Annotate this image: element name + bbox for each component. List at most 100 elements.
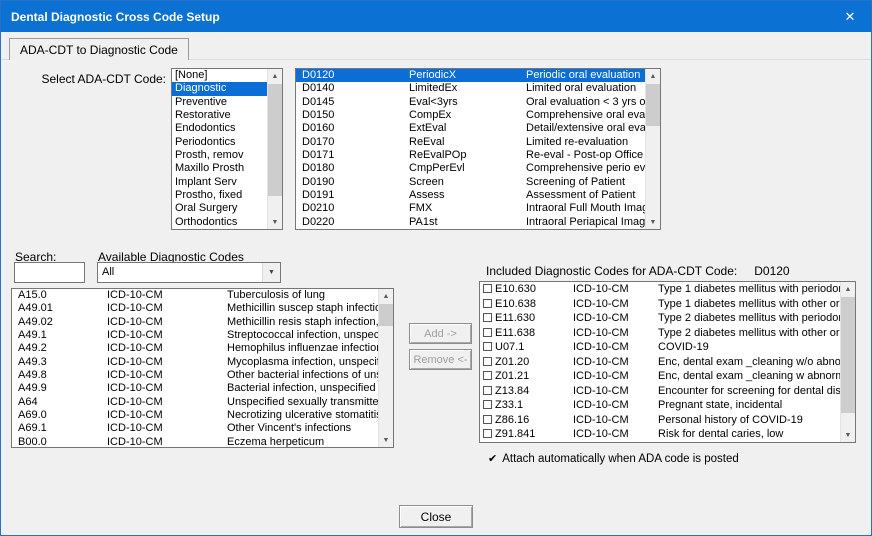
ada-category-item[interactable]: Prosth, remov: [172, 149, 267, 162]
included-scrollbar[interactable]: ▲ ▼: [840, 282, 855, 442]
available-scrollbar[interactable]: ▲ ▼: [378, 289, 393, 447]
included-code-row[interactable]: Z13.84 ICD-10-CM Encounter for screening…: [480, 384, 840, 399]
row-checkbox[interactable]: [483, 357, 492, 366]
diag-description: Type 1 diabetes mellitus with periodont: [658, 282, 840, 297]
close-button[interactable]: Close: [399, 505, 473, 528]
code-system: ICD-10-CM: [107, 302, 163, 315]
scroll-thumb[interactable]: [841, 297, 855, 413]
diag-description: Methicillin suscep staph infection, unsp…: [227, 302, 378, 315]
add-button[interactable]: Add ->: [409, 323, 472, 344]
scroll-up-icon[interactable]: ▲: [646, 69, 660, 83]
included-code-row[interactable]: E10.638 ICD-10-CM Type 1 diabetes mellit…: [480, 297, 840, 312]
ada-code-row[interactable]: D0120 PeriodicX Periodic oral evaluation: [296, 69, 645, 82]
ada-category-item[interactable]: Preventive: [172, 96, 267, 109]
included-code-row[interactable]: E11.638 ICD-10-CM Type 2 diabetes mellit…: [480, 326, 840, 341]
ada-category-item[interactable]: Restorative: [172, 109, 267, 122]
scroll-down-icon[interactable]: ▼: [379, 433, 393, 447]
available-code-row[interactable]: A49.8 ICD-10-CM Other bacterial infectio…: [12, 369, 378, 382]
ada-code-row[interactable]: D0140 LimitedEx Limited oral evaluation: [296, 82, 645, 95]
row-checkbox[interactable]: [483, 342, 492, 351]
ada-category-item[interactable]: Implant Serv: [172, 176, 267, 189]
available-code-row[interactable]: A49.01 ICD-10-CM Methicillin suscep stap…: [12, 302, 378, 315]
included-code-row[interactable]: E10.630 ICD-10-CM Type 1 diabetes mellit…: [480, 282, 840, 297]
attach-automatically-label: Attach automatically when ADA code is po…: [502, 453, 739, 465]
code-system: ICD-10-CM: [107, 369, 163, 382]
ada-abbrev: LimitedEx: [409, 82, 457, 95]
close-icon[interactable]: ✕: [829, 1, 871, 32]
included-code-row[interactable]: E11.630 ICD-10-CM Type 2 diabetes mellit…: [480, 311, 840, 326]
included-code-row[interactable]: Z01.21 ICD-10-CM Enc, dental exam _clean…: [480, 369, 840, 384]
scroll-up-icon[interactable]: ▲: [268, 69, 282, 83]
ada-category-item[interactable]: Oral Surgery: [172, 202, 267, 215]
diag-description: Hemophilus influenzae infection, unspeci: [227, 342, 378, 355]
ada-category-item[interactable]: Orthodontics: [172, 216, 267, 229]
row-checkbox[interactable]: [483, 299, 492, 308]
scroll-up-icon[interactable]: ▲: [379, 289, 393, 303]
available-code-row[interactable]: A49.3 ICD-10-CM Mycoplasma infection, un…: [12, 356, 378, 369]
search-input[interactable]: [14, 262, 85, 283]
ada-category-item[interactable]: Maxillo Prosth: [172, 162, 267, 175]
diag-code: Z33.1: [495, 398, 523, 413]
ada-category-item[interactable]: Diagnostic: [172, 82, 267, 95]
ada-code-row[interactable]: D0191 Assess Assessment of Patient: [296, 189, 645, 202]
ada-category-item[interactable]: [None]: [172, 69, 267, 82]
available-code-row[interactable]: A49.2 ICD-10-CM Hemophilus influenzae in…: [12, 342, 378, 355]
available-filter-dropdown[interactable]: All ▼: [97, 262, 281, 283]
row-checkbox[interactable]: [483, 429, 492, 438]
available-code-row[interactable]: A49.9 ICD-10-CM Bacterial infection, uns…: [12, 382, 378, 395]
ada-code-row[interactable]: D0171 ReEvalPOp Re-eval - Post-op Office…: [296, 149, 645, 162]
available-code-row[interactable]: A15.0 ICD-10-CM Tuberculosis of lung: [12, 289, 378, 302]
scroll-down-icon[interactable]: ▼: [841, 428, 855, 442]
available-code-row[interactable]: A69.0 ICD-10-CM Necrotizing ulcerative s…: [12, 409, 378, 422]
available-code-row[interactable]: B00.0 ICD-10-CM Eczema herpeticum: [12, 436, 378, 447]
ada-code-row[interactable]: D0190 Screen Screening of Patient: [296, 176, 645, 189]
attach-automatically-checkbox[interactable]: ✔ Attach automatically when ADA code is …: [488, 452, 739, 465]
scroll-thumb[interactable]: [646, 84, 660, 126]
row-checkbox[interactable]: [483, 328, 492, 337]
ada-code-scrollbar[interactable]: ▲ ▼: [645, 69, 660, 229]
category-scrollbar[interactable]: ▲ ▼: [267, 69, 282, 229]
ada-code-row[interactable]: D0150 CompEx Comprehensive oral evaluati…: [296, 109, 645, 122]
ada-code-row[interactable]: D0145 Eval<3yrs Oral evaluation < 3 yrs …: [296, 96, 645, 109]
code-system: ICD-10-CM: [573, 311, 629, 326]
select-ada-code-label: Select ADA-CDT Code:: [21, 72, 166, 86]
included-code-row[interactable]: U07.1 ICD-10-CM COVID-19: [480, 340, 840, 355]
row-checkbox[interactable]: [483, 284, 492, 293]
title-bar: Dental Diagnostic Cross Code Setup ✕: [1, 1, 871, 32]
ada-code-row[interactable]: D0220 PA1st Intraoral Periapical Images: [296, 216, 645, 229]
included-code-row[interactable]: Z86.16 ICD-10-CM Personal history of COV…: [480, 413, 840, 428]
ada-code-row[interactable]: D0180 CmpPerEvl Comprehensive perio eval…: [296, 162, 645, 175]
available-code-row[interactable]: A49.02 ICD-10-CM Methicillin resis staph…: [12, 316, 378, 329]
ada-code-row[interactable]: D0160 ExtEval Detail/extensive oral eval…: [296, 122, 645, 135]
ada-code-row[interactable]: D0170 ReEval Limited re-evaluation: [296, 136, 645, 149]
ada-category-item[interactable]: Periodontics: [172, 136, 267, 149]
available-code-row[interactable]: A49.1 ICD-10-CM Streptococcal infection,…: [12, 329, 378, 342]
ada-code: D0220: [302, 216, 334, 229]
row-checkbox[interactable]: [483, 386, 492, 395]
scroll-thumb[interactable]: [379, 304, 393, 326]
row-checkbox[interactable]: [483, 400, 492, 409]
included-code-row[interactable]: Z01.20 ICD-10-CM Enc, dental exam _clean…: [480, 355, 840, 370]
diag-description: Necrotizing ulcerative stomatitis: [227, 409, 378, 422]
row-checkbox[interactable]: [483, 371, 492, 380]
ada-category-item[interactable]: Endodontics: [172, 122, 267, 135]
tab-ada-to-diagnostic[interactable]: ADA-CDT to Diagnostic Code: [9, 38, 189, 60]
scroll-thumb[interactable]: [268, 84, 282, 196]
included-code-row[interactable]: Z91.841 ICD-10-CM Risk for dental caries…: [480, 427, 840, 442]
scroll-up-icon[interactable]: ▲: [841, 282, 855, 296]
diag-code: Z86.16: [495, 413, 529, 428]
scroll-down-icon[interactable]: ▼: [646, 215, 660, 229]
chevron-down-icon[interactable]: ▼: [262, 263, 280, 282]
included-code-row[interactable]: Z33.1 ICD-10-CM Pregnant state, incident…: [480, 398, 840, 413]
ada-code-row[interactable]: D0210 FMX Intraoral Full Mouth Images: [296, 202, 645, 215]
available-code-row[interactable]: A64 ICD-10-CM Unspecified sexually trans…: [12, 396, 378, 409]
code-system: ICD-10-CM: [573, 282, 629, 297]
scroll-down-icon[interactable]: ▼: [268, 215, 282, 229]
remove-button[interactable]: Remove <-: [409, 349, 472, 370]
ada-code: D0170: [302, 136, 334, 149]
diag-code: E11.638: [495, 326, 535, 341]
available-code-row[interactable]: A69.1 ICD-10-CM Other Vincent's infectio…: [12, 422, 378, 435]
ada-category-item[interactable]: Prostho, fixed: [172, 189, 267, 202]
row-checkbox[interactable]: [483, 313, 492, 322]
row-checkbox[interactable]: [483, 415, 492, 424]
